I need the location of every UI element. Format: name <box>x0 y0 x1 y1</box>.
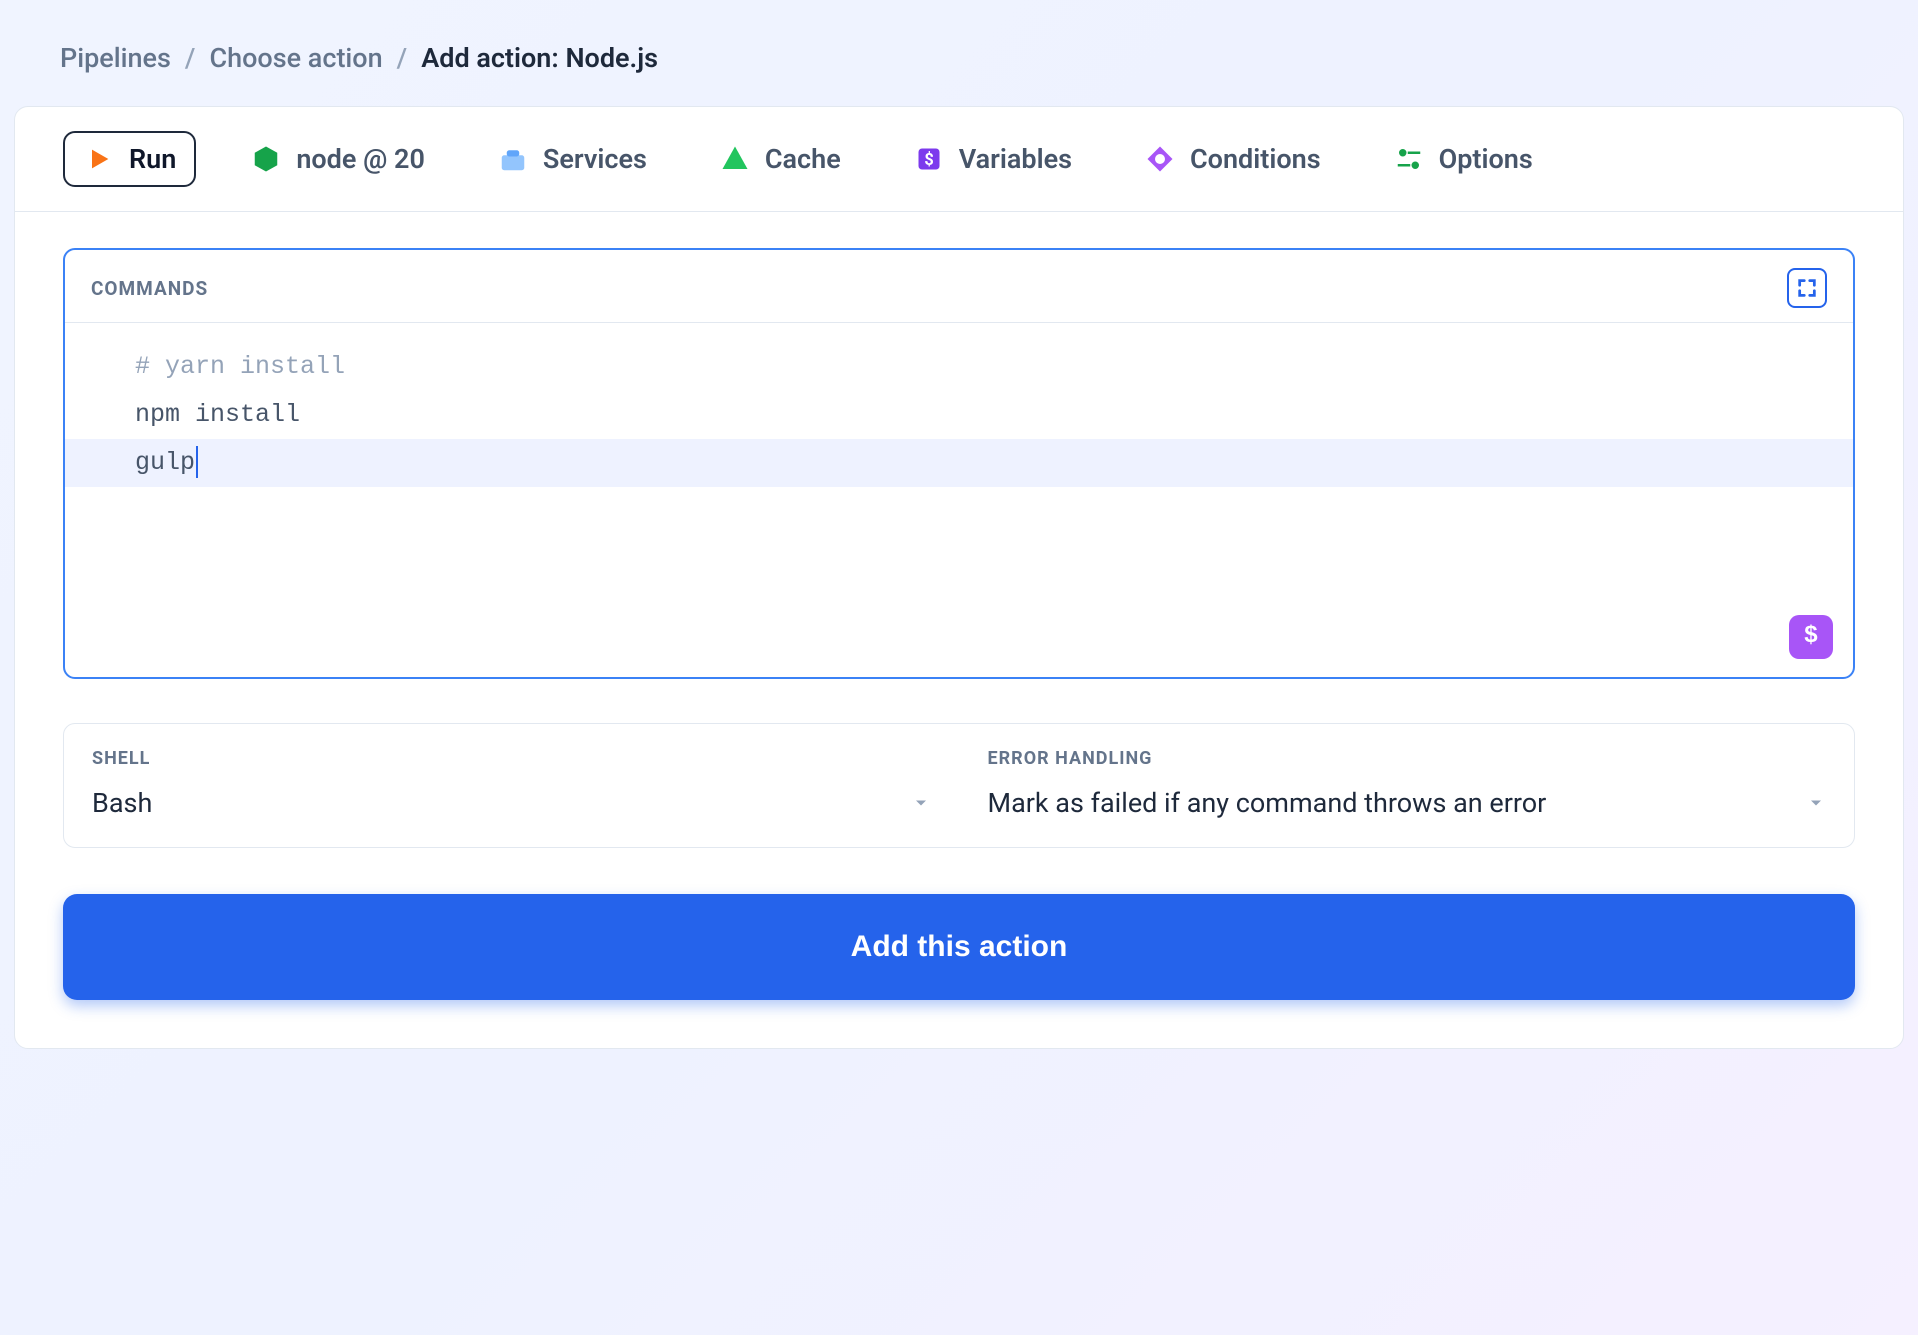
shell-label: SHELL <box>92 748 931 769</box>
insert-variable-button[interactable]: $ <box>1789 615 1833 659</box>
expand-button[interactable] <box>1787 268 1827 308</box>
tab-run-label: Run <box>129 143 176 175</box>
breadcrumb-separator: / <box>397 42 408 74</box>
expand-icon <box>1796 277 1818 299</box>
breadcrumb-separator: / <box>185 42 196 74</box>
tab-variables-label: Variables <box>959 143 1072 175</box>
error-handling-select[interactable]: Mark as failed if any command throws an … <box>988 787 1827 819</box>
code-line: # yarn install <box>65 343 1853 391</box>
chevron-down-icon <box>1806 793 1826 813</box>
tab-services-label: Services <box>543 143 647 175</box>
shell-value: Bash <box>92 787 152 819</box>
options-icon <box>1393 143 1425 175</box>
code-line-active: gulp <box>65 439 1853 487</box>
play-icon <box>83 143 115 175</box>
breadcrumb-choose-action[interactable]: Choose action <box>209 42 382 74</box>
tab-services[interactable]: Services <box>479 133 665 185</box>
tab-conditions-label: Conditions <box>1190 143 1321 175</box>
tab-cache[interactable]: Cache <box>701 133 859 185</box>
tab-node[interactable]: node @ 20 <box>232 133 443 185</box>
commands-editor[interactable]: # yarn install npm install gulp $ <box>65 323 1853 677</box>
text-cursor <box>196 446 198 478</box>
settings-row: SHELL Bash ERROR HANDLING Mark as failed… <box>63 723 1855 848</box>
tab-run[interactable]: Run <box>63 131 196 187</box>
dollar-icon: $ <box>1804 613 1818 661</box>
error-handling-value: Mark as failed if any command throws an … <box>988 787 1547 819</box>
tab-variables[interactable]: $ Variables <box>895 133 1090 185</box>
cache-icon <box>719 143 751 175</box>
commands-label: COMMANDS <box>91 277 208 300</box>
tab-bar: Run node @ 20 Services Cache <box>15 107 1903 212</box>
commands-panel: COMMANDS # yarn install npm install gulp… <box>63 248 1855 679</box>
shell-select[interactable]: Bash <box>92 787 931 819</box>
conditions-icon <box>1144 143 1176 175</box>
chevron-down-icon <box>911 793 931 813</box>
tab-conditions[interactable]: Conditions <box>1126 133 1339 185</box>
tab-node-label: node @ 20 <box>296 143 425 175</box>
breadcrumb-pipelines[interactable]: Pipelines <box>60 42 171 74</box>
code-line: npm install <box>65 391 1853 439</box>
svg-text:$: $ <box>924 150 933 169</box>
node-icon <box>250 143 282 175</box>
tab-options[interactable]: Options <box>1375 133 1551 185</box>
services-icon <box>497 143 529 175</box>
breadcrumb-current: Add action: Node.js <box>421 42 658 74</box>
error-handling-label: ERROR HANDLING <box>988 748 1827 769</box>
breadcrumb: Pipelines / Choose action / Add action: … <box>12 12 1906 106</box>
add-action-button[interactable]: Add this action <box>63 894 1855 1000</box>
tab-cache-label: Cache <box>765 143 841 175</box>
variables-icon: $ <box>913 143 945 175</box>
tab-options-label: Options <box>1439 143 1533 175</box>
